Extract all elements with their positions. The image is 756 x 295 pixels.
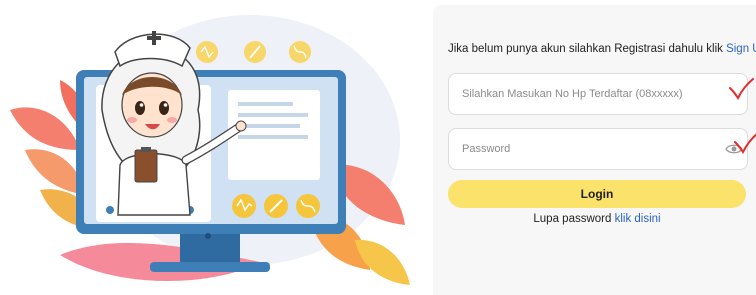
screen-function-icons (232, 194, 320, 218)
forgot-password-line: Lupa password klik disini (448, 213, 746, 225)
signup-prompt-line: Jika belum punya akun silahkan Registras… (448, 43, 756, 55)
floating-icons (196, 41, 311, 63)
phone-field-container (448, 73, 748, 115)
password-input[interactable] (462, 143, 712, 155)
signup-prompt-text: Jika belum punya akun silahkan Registras… (448, 43, 723, 55)
check-mark-icon (729, 78, 754, 100)
login-button[interactable]: Login (448, 180, 746, 208)
document-card (228, 90, 320, 180)
login-panel: Jika belum punya akun silahkan Registras… (433, 5, 756, 295)
password-field-container (448, 128, 748, 170)
forgot-password-link[interactable]: klik disini (615, 213, 661, 225)
telemedicine-illustration (10, 15, 410, 285)
check-mark-icon (734, 133, 756, 154)
forgot-password-text: Lupa password (533, 213, 612, 225)
signup-link[interactable]: Sign Up (726, 43, 756, 55)
phone-input[interactable] (462, 88, 712, 100)
